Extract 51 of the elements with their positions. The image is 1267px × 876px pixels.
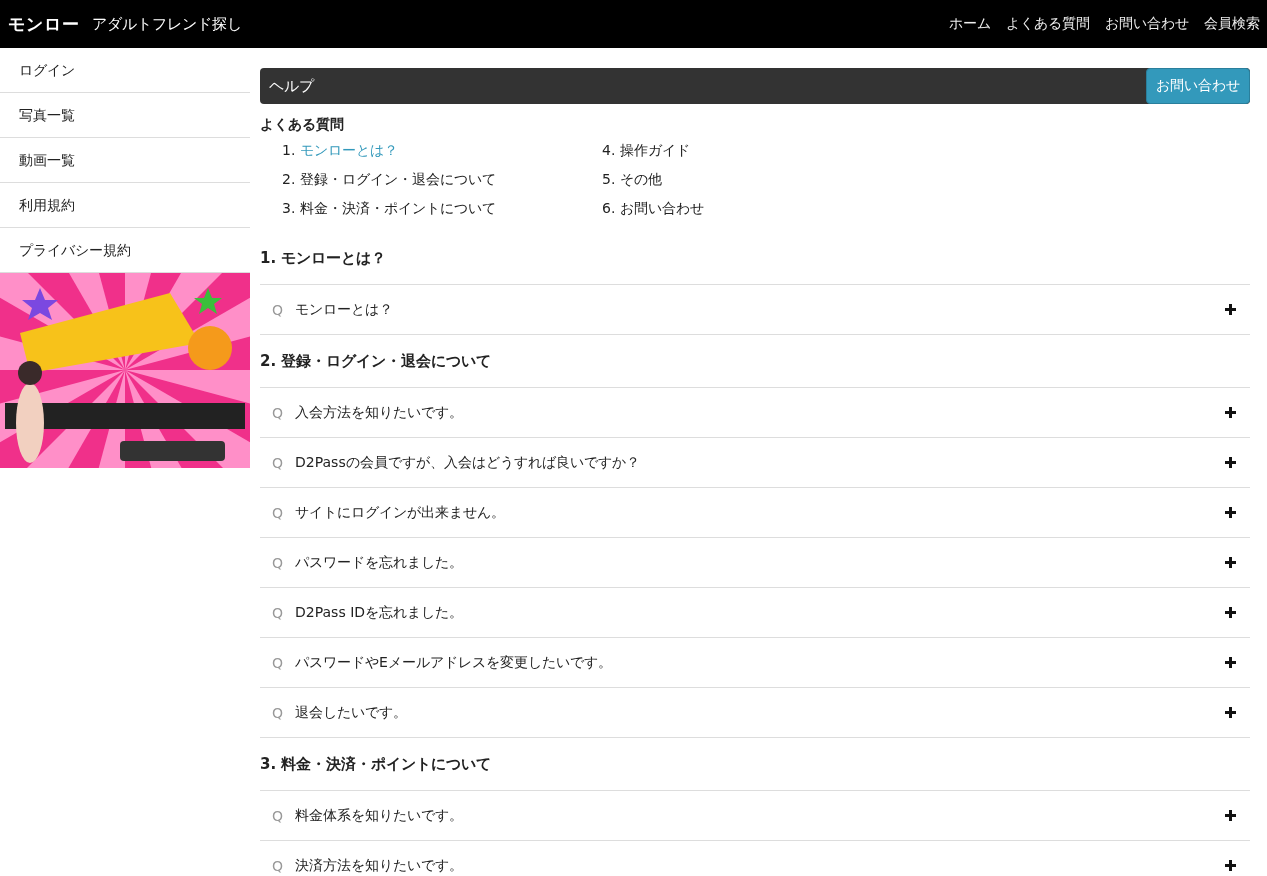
plus-icon[interactable] bbox=[1225, 607, 1236, 618]
question-text[interactable]: D2Passの会員ですが、入会はどうすれば良いですか？ bbox=[295, 453, 640, 472]
sidebar-item[interactable]: ログイン bbox=[0, 48, 250, 93]
question-marker: Q bbox=[272, 604, 284, 621]
question-marker: Q bbox=[272, 404, 284, 421]
nav-link[interactable]: よくある質問 bbox=[1006, 15, 1090, 33]
section-heading: 2. 登録・ログイン・退会について bbox=[260, 351, 492, 371]
question-text[interactable]: D2Pass IDを忘れました。 bbox=[295, 603, 464, 622]
faq-index-link[interactable]: 3. 料金・決済・ポイントについて bbox=[282, 199, 496, 218]
plus-icon[interactable] bbox=[1225, 707, 1236, 718]
plus-icon[interactable] bbox=[1225, 557, 1236, 568]
nav-link[interactable]: お問い合わせ bbox=[1105, 15, 1189, 33]
faq-index-link[interactable]: 4. 操作ガイド bbox=[602, 141, 690, 160]
section-heading: 1. モンローとは？ bbox=[260, 248, 387, 268]
question-marker: Q bbox=[272, 654, 284, 671]
plus-icon[interactable] bbox=[1225, 407, 1236, 418]
section-heading: 3. 料金・決済・ポイントについて bbox=[260, 754, 492, 774]
question-marker: Q bbox=[272, 807, 284, 824]
site-logo[interactable]: モンロー bbox=[8, 12, 80, 36]
faq-heading: よくある質問 bbox=[260, 116, 344, 134]
sidebar-item[interactable]: 利用規約 bbox=[0, 183, 250, 228]
sidebar-item[interactable]: 写真一覧 bbox=[0, 93, 250, 138]
question-text[interactable]: サイトにログインが出来ません。 bbox=[295, 503, 506, 522]
question-text[interactable]: 決済方法を知りたいです。 bbox=[295, 856, 464, 875]
faq-index-link[interactable]: 5. その他 bbox=[602, 170, 662, 189]
question-marker: Q bbox=[272, 504, 284, 521]
plus-icon[interactable] bbox=[1225, 657, 1236, 668]
faq-index-link[interactable]: 1. モンローとは？ bbox=[282, 141, 398, 160]
plus-icon[interactable] bbox=[1225, 457, 1236, 468]
question-marker: Q bbox=[272, 857, 284, 874]
nav-link[interactable]: ホーム bbox=[949, 15, 991, 33]
help-title: ヘルプ bbox=[269, 76, 314, 96]
question-text[interactable]: パスワードを忘れました。 bbox=[295, 553, 464, 572]
nav-link[interactable]: 会員検索 bbox=[1204, 15, 1260, 33]
question-text[interactable]: 入会方法を知りたいです。 bbox=[295, 403, 464, 422]
sidebar-item[interactable]: 動画一覧 bbox=[0, 138, 250, 183]
faq-index-link[interactable]: 2. 登録・ログイン・退会について bbox=[282, 170, 496, 189]
faq-index-link[interactable]: 6. お問い合わせ bbox=[602, 199, 704, 218]
question-text[interactable]: モンローとは？ bbox=[295, 300, 394, 319]
site-name[interactable]: アダルトフレンド探し bbox=[92, 14, 242, 34]
question-text[interactable]: 退会したいです。 bbox=[295, 703, 408, 722]
question-text[interactable]: パスワードやEメールアドレスを変更したいです。 bbox=[295, 653, 612, 672]
plus-icon[interactable] bbox=[1225, 304, 1236, 315]
plus-icon[interactable] bbox=[1225, 810, 1236, 821]
question-marker: Q bbox=[272, 454, 284, 471]
plus-icon[interactable] bbox=[1225, 860, 1236, 871]
question-marker: Q bbox=[272, 554, 284, 571]
question-marker: Q bbox=[272, 704, 284, 721]
question-marker: Q bbox=[272, 301, 284, 318]
plus-icon[interactable] bbox=[1225, 507, 1236, 518]
question-text[interactable]: 料金体系を知りたいです。 bbox=[295, 806, 464, 825]
